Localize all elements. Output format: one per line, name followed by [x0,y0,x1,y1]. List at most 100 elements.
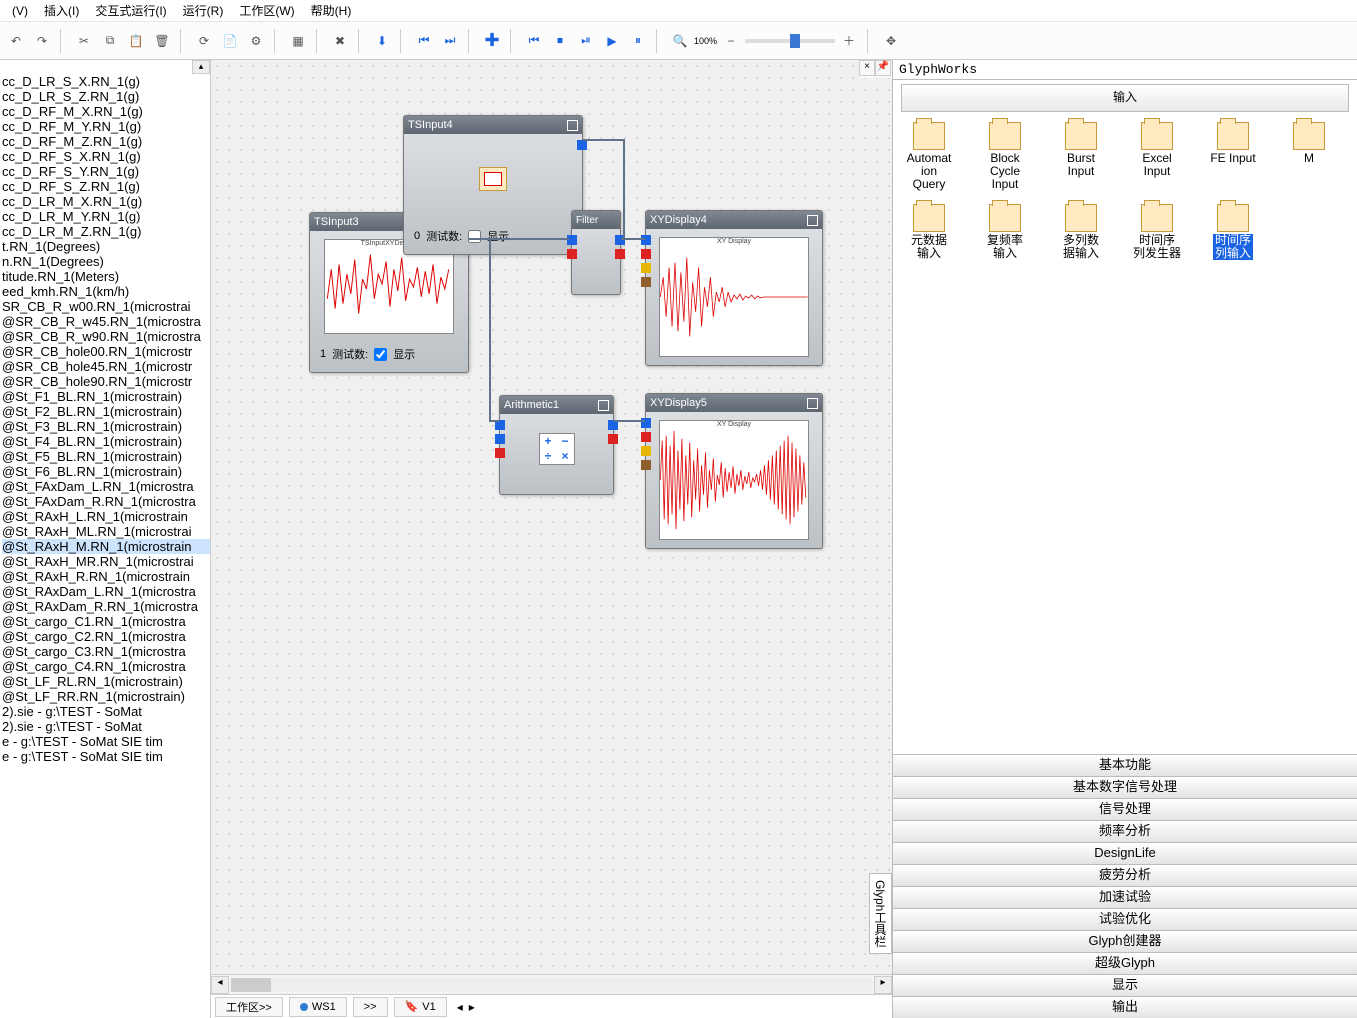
scroll-right-button[interactable]: ▸ [874,976,892,994]
tab-vs[interactable]: >> [353,997,388,1017]
zoom-in-icon[interactable]: ＋ [837,29,861,53]
channel-row[interactable]: cc_D_RF_S_Z.RN_1(g) [2,179,210,194]
zoom-slider[interactable] [745,39,835,43]
show-checkbox[interactable] [468,230,481,243]
channel-row[interactable]: titude.RN_1(Meters) [2,269,210,284]
refresh-icon[interactable]: ⟳ [192,29,216,53]
pin-icon[interactable]: 📌 [875,60,891,76]
category-item[interactable]: 超级Glyph [893,952,1357,974]
channel-row[interactable]: @St_FAxDam_L.RN_1(microstra [2,479,210,494]
step-icon[interactable]: ⏯ [574,29,598,53]
channel-row[interactable]: @St_LF_RL.RN_1(microstrain) [2,674,210,689]
channel-row[interactable]: cc_D_LR_S_X.RN_1(g) [2,74,210,89]
category-item[interactable]: 输出 [893,996,1357,1018]
window-icon[interactable] [598,400,609,411]
channel-row[interactable]: e - g:\TEST - SoMat SIE tim [2,734,210,749]
redo-icon[interactable]: ↷ [30,29,54,53]
channel-row[interactable]: cc_D_RF_M_X.RN_1(g) [2,104,210,119]
channel-row[interactable]: @St_cargo_C1.RN_1(microstra [2,614,210,629]
channel-row[interactable]: @St_F6_BL.RN_1(microstrain) [2,464,210,479]
glyph-icon[interactable]: ExcelInput [1127,122,1187,192]
channel-row[interactable]: @St_FAxDam_R.RN_1(microstra [2,494,210,509]
glyph-icon[interactable]: AutomationQuery [899,122,959,192]
port-out-2[interactable] [615,249,625,259]
doc-icon[interactable]: 📄 [218,29,242,53]
channel-row[interactable]: @SR_CB_R_w45.RN_1(microstra [2,314,210,329]
category-item[interactable]: 基本功能 [893,754,1357,776]
close-doc-icon[interactable]: ✖ [328,29,352,53]
channel-row[interactable]: @SR_CB_hole90.RN_1(microstr [2,374,210,389]
channel-row[interactable]: cc_D_RF_M_Z.RN_1(g) [2,134,210,149]
category-item[interactable]: 显示 [893,974,1357,996]
show-checkbox[interactable] [374,348,387,361]
undo-icon[interactable]: ↶ [4,29,28,53]
node-filter[interactable]: Filter [571,210,621,295]
category-item[interactable]: 试验优化 [893,908,1357,930]
close-icon[interactable]: × [859,60,875,76]
canvas-hscroll[interactable]: ◂ ▸ [211,974,892,994]
channel-row[interactable]: @SR_CB_R_w90.RN_1(microstra [2,329,210,344]
channel-row[interactable]: @St_F1_BL.RN_1(microstrain) [2,389,210,404]
category-item[interactable]: DesignLife [893,842,1357,864]
category-tab-input[interactable]: 输入 [901,84,1349,112]
channel-row[interactable]: @St_RAxH_R.RN_1(microstrain [2,569,210,584]
category-item[interactable]: 频率分析 [893,820,1357,842]
cut-icon[interactable]: ✂ [72,29,96,53]
channel-row[interactable]: @SR_CB_hole45.RN_1(microstr [2,359,210,374]
glyph-icon[interactable]: BurstInput [1051,122,1111,192]
category-item[interactable]: 加速试验 [893,886,1357,908]
node-xydisplay4[interactable]: XYDisplay4 XY Display [645,210,823,366]
channel-row[interactable]: SR_CB_R_w00.RN_1(microstrai [2,299,210,314]
window-icon[interactable] [807,398,818,409]
channel-row[interactable]: 2).sie - g:\TEST - SoMat [2,719,210,734]
channel-row[interactable]: n.RN_1(Degrees) [2,254,210,269]
port-in[interactable] [567,235,577,245]
channel-row[interactable]: @St_LF_RR.RN_1(microstrain) [2,689,210,704]
channel-row[interactable]: cc_D_LR_S_Z.RN_1(g) [2,89,210,104]
glyph-icon[interactable]: 元数据输入 [899,204,959,261]
tab-nav-left[interactable]: ◂ [457,1000,463,1014]
menu-interactive[interactable]: 交互式运行(I) [89,2,172,19]
scroll-up-button[interactable]: ▴ [192,60,210,74]
add-icon[interactable]: ✚ [480,29,504,53]
menu-workspace[interactable]: 工作区(W) [233,2,300,19]
channel-row[interactable]: @St_F5_BL.RN_1(microstrain) [2,449,210,464]
delete-icon[interactable]: 🗑 [150,29,174,53]
tab-v1[interactable]: 🔖 V1 [394,997,447,1017]
align-icon[interactable]: ▦ [286,29,310,53]
stop-icon[interactable]: ⏹ [548,29,572,53]
glyph-icon[interactable]: BlockCycleInput [975,122,1035,192]
glyph-icon[interactable]: 复频率输入 [975,204,1035,261]
channel-row[interactable]: @St_RAxDam_R.RN_1(microstra [2,599,210,614]
gear-icon[interactable]: ⚙ [244,29,268,53]
channel-row[interactable]: cc_D_LR_M_X.RN_1(g) [2,194,210,209]
channel-row[interactable]: @St_RAxH_MR.RN_1(microstrai [2,554,210,569]
tab-ws1[interactable]: WS1 [289,997,347,1017]
channel-row[interactable]: @St_F2_BL.RN_1(microstrain) [2,404,210,419]
glyph-icon[interactable]: 多列数据输入 [1051,204,1111,261]
skip-prev-icon[interactable]: ⏮ [522,29,546,53]
menu-help[interactable]: 帮助(H) [305,2,358,19]
menu-v[interactable]: (V) [6,4,34,18]
workspace-canvas[interactable]: × 📌 TSInput3 TSInputXYDisplay 1 测试数: [211,60,892,974]
node-tsinput4[interactable]: TSInput4 0 测试数: 显示 [403,115,583,255]
port-in-2[interactable] [567,249,577,259]
channel-list[interactable]: cc_D_LR_S_X.RN_1(g)cc_D_LR_S_Z.RN_1(g)cc… [0,74,210,1018]
channel-row[interactable]: t.RN_1(Degrees) [2,239,210,254]
channel-row[interactable]: cc_D_RF_S_X.RN_1(g) [2,149,210,164]
category-item[interactable]: 疲劳分析 [893,864,1357,886]
node-xydisplay5[interactable]: XYDisplay5 XY Display [645,393,823,549]
window-icon[interactable] [567,120,578,131]
scroll-left-button[interactable]: ◂ [211,976,229,994]
channel-row[interactable]: cc_D_LR_M_Z.RN_1(g) [2,224,210,239]
menu-run[interactable]: 运行(R) [177,2,230,19]
channel-row[interactable]: 2).sie - g:\TEST - SoMat [2,704,210,719]
channel-row[interactable]: @St_cargo_C2.RN_1(microstra [2,629,210,644]
channel-row[interactable]: @St_cargo_C4.RN_1(microstra [2,659,210,674]
glyph-toolbar-sidetab[interactable]: Glyph工具栏 [869,873,892,954]
download-icon[interactable]: ⬇ [370,29,394,53]
node-arithmetic[interactable]: Arithmetic1 +−÷× [499,395,614,495]
channel-row[interactable]: @St_RAxDam_L.RN_1(microstra [2,584,210,599]
channel-row[interactable]: @St_cargo_C3.RN_1(microstra [2,644,210,659]
window-icon[interactable] [807,215,818,226]
